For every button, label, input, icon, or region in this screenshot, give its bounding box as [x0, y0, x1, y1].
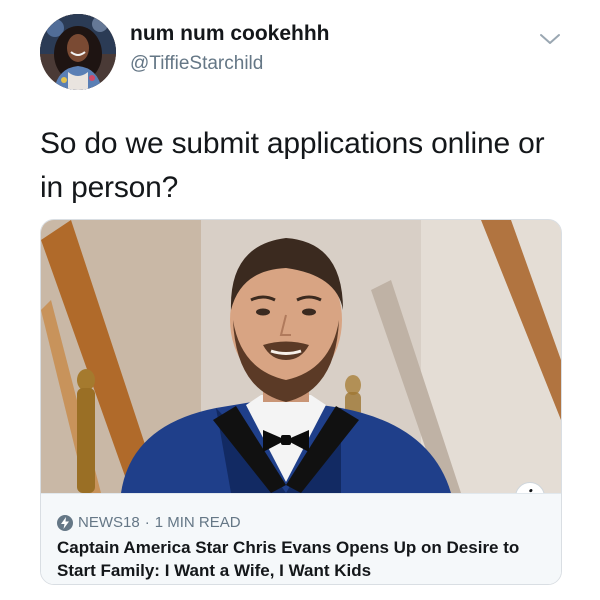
card-source: NEWS18	[78, 514, 140, 531]
tweet-text: So do we submit applications online or i…	[40, 127, 545, 204]
avatar-photo	[40, 14, 116, 90]
card-read-time: 1 MIN READ	[154, 514, 241, 531]
card-image[interactable]	[41, 220, 561, 493]
author-avatar[interactable]	[40, 14, 116, 90]
card-meta[interactable]: NEWS18 · 1 MIN READ Captain America Star…	[41, 493, 561, 584]
card-headline[interactable]: Captain America Star Chris Evans Opens U…	[57, 536, 553, 582]
card-source-line: NEWS18 · 1 MIN READ	[57, 514, 241, 531]
tweet: num num cookehhh @TiffieStarchild So do …	[0, 0, 600, 600]
lightning-bolt-icon	[57, 514, 73, 531]
chevron-down-icon[interactable]	[538, 30, 562, 48]
author-handle[interactable]: @TiffieStarchild	[130, 53, 263, 75]
meta-separator: ·	[144, 514, 150, 531]
link-card[interactable]: i NEWS18 · 1 MIN READ Captain America St…	[40, 219, 562, 585]
man-in-tuxedo-photo	[41, 220, 561, 493]
author-display-name[interactable]: num num cookehhh	[130, 22, 330, 46]
